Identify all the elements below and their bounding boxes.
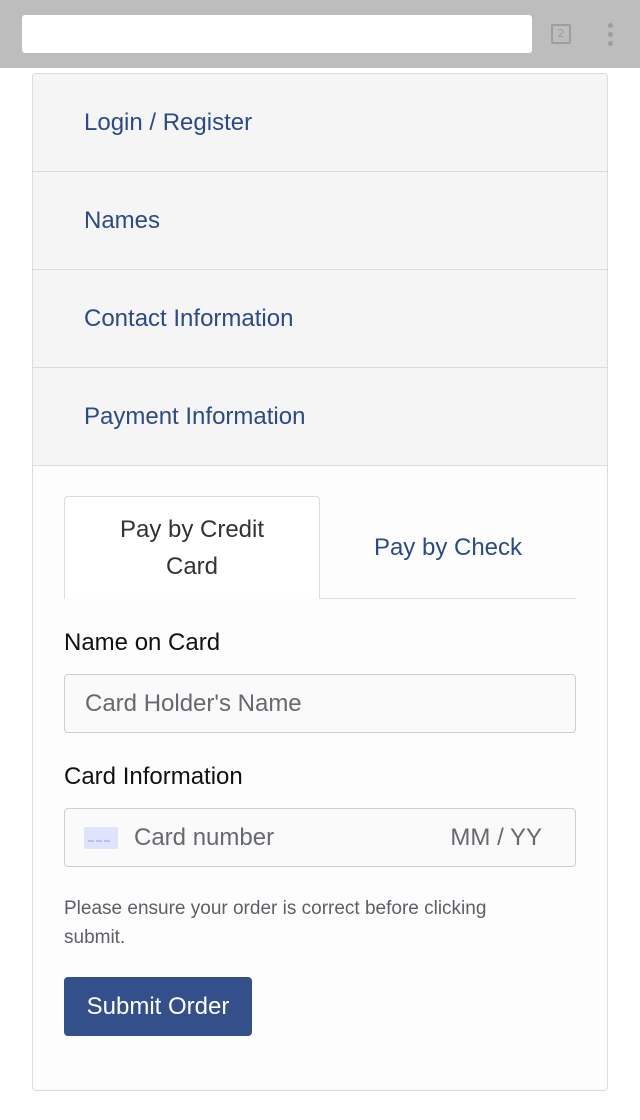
browser-toolbar: 2 — [0, 0, 640, 68]
section-contact[interactable]: Contact Information — [33, 270, 607, 368]
vertical-dots-icon[interactable] — [608, 23, 614, 47]
payment-tabs: Pay by Credit Card Pay by Check — [64, 496, 576, 599]
tab-check[interactable]: Pay by Check — [320, 496, 576, 598]
tab-switcher-button[interactable]: 2 — [551, 24, 571, 44]
card-holder-name-input[interactable] — [64, 674, 576, 733]
name-on-card-label: Name on Card — [64, 629, 221, 656]
section-login[interactable]: Login / Register — [33, 74, 607, 172]
section-names[interactable]: Names — [33, 172, 607, 270]
submit-order-button[interactable]: Submit Order — [64, 977, 252, 1036]
card-information-label: Card Information — [64, 763, 243, 790]
url-bar[interactable] — [22, 15, 532, 53]
section-payment[interactable]: Payment Information — [33, 368, 607, 466]
card-expiry-placeholder[interactable]: MM / YY — [450, 824, 542, 852]
tab-credit-card[interactable]: Pay by Credit Card — [64, 496, 320, 599]
payment-panel: Pay by Credit Card Pay by Check Name on … — [33, 466, 607, 1036]
credit-card-icon — [84, 826, 118, 849]
card-number-placeholder[interactable]: Card number — [134, 824, 450, 852]
order-notice: Please ensure your order is correct befo… — [64, 898, 487, 948]
checkout-accordion: Login / Register Names Contact Informati… — [32, 73, 608, 1091]
card-number-field[interactable]: Card number MM / YY — [64, 808, 576, 867]
